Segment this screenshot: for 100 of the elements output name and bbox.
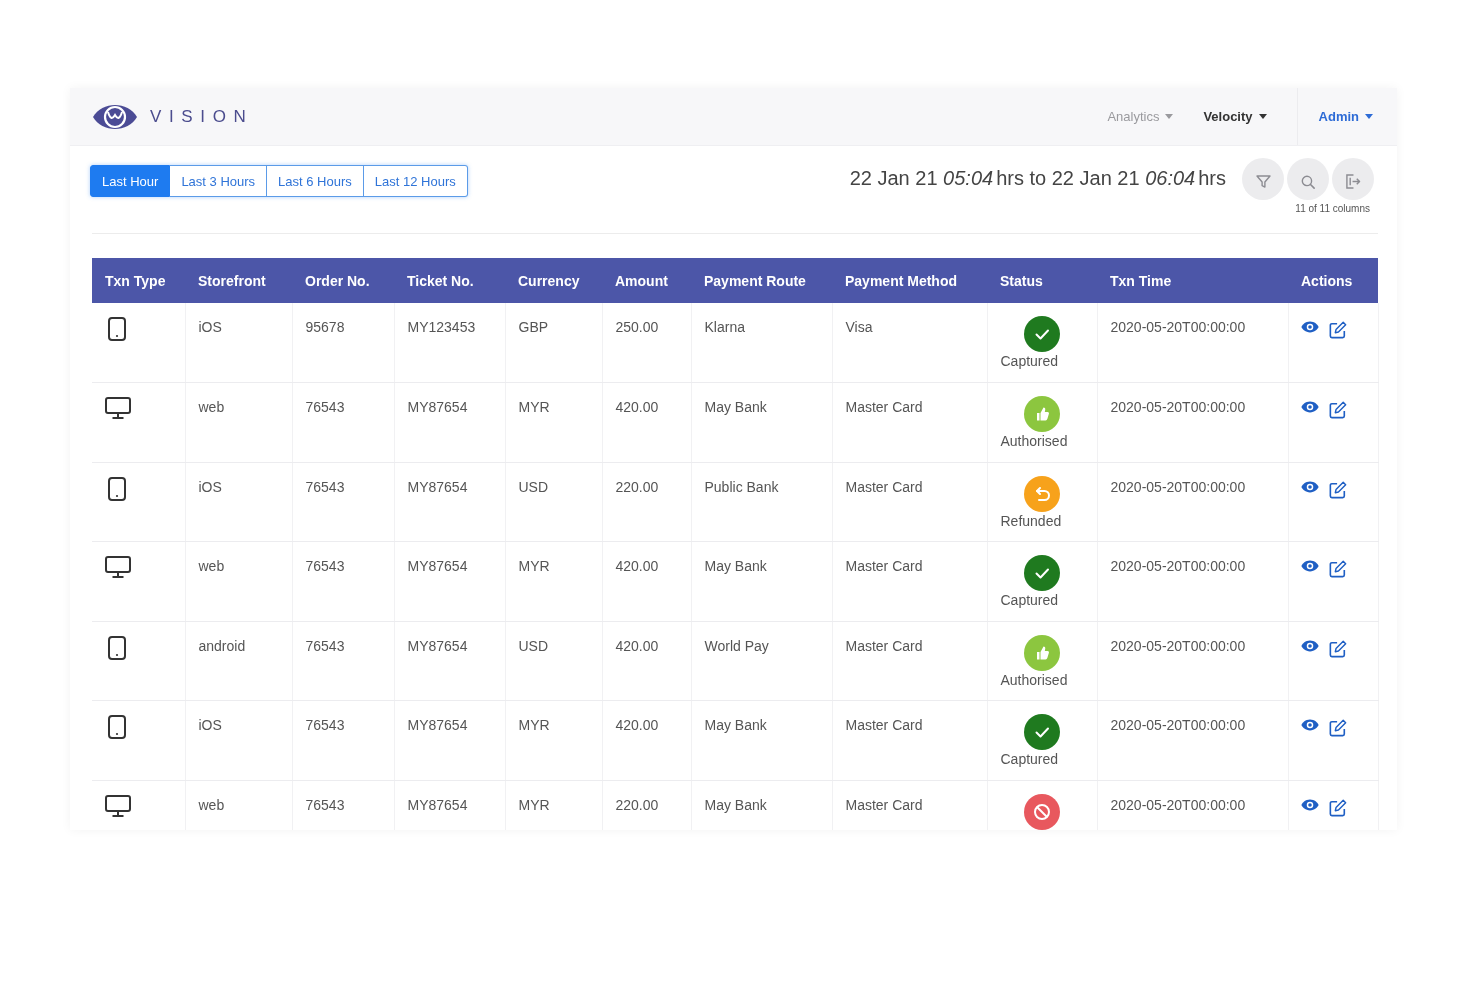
edit-button[interactable] <box>1329 480 1348 499</box>
edit-button[interactable] <box>1329 719 1348 737</box>
status-label: Authorised <box>1000 671 1069 689</box>
search-icon <box>1301 174 1315 189</box>
table-cell: web <box>185 780 292 830</box>
view-button[interactable] <box>1300 719 1319 731</box>
table-cell: MY87654 <box>394 382 505 462</box>
edit-button[interactable] <box>1329 639 1348 658</box>
view-button[interactable] <box>1300 639 1319 652</box>
view-button[interactable] <box>1300 401 1319 413</box>
time-range-tab[interactable]: Last 3 Hours <box>170 165 268 197</box>
eye-icon <box>1300 798 1319 811</box>
table-cell: 2020-05-20T00:00:00 <box>1097 382 1288 462</box>
table-cell: 2020-05-20T00:00:00 <box>1097 462 1288 542</box>
table-cell: MYR <box>505 780 602 830</box>
table-cell: 2020-05-20T00:00:00 <box>1097 780 1288 830</box>
nav-menu[interactable]: Velocity <box>1203 109 1267 124</box>
edit-icon <box>1329 401 1348 419</box>
column-header: Status <box>987 258 1097 303</box>
table-cell: MYR <box>505 382 602 462</box>
time-range-tab[interactable]: Last 6 Hours <box>267 165 364 197</box>
table-cell: Master Card <box>832 700 987 780</box>
edit-icon <box>1329 639 1348 658</box>
status-label: Captured <box>1000 592 1060 609</box>
table-cell: 420.00 <box>602 700 691 780</box>
status-label: Refunded <box>1000 512 1063 530</box>
nav-menu[interactable]: Analytics <box>1107 109 1174 124</box>
eye-icon <box>1300 560 1319 572</box>
monitor-icon <box>105 794 131 817</box>
caret-icon <box>1365 114 1373 119</box>
eye-icon <box>1300 321 1319 333</box>
table-cell: 2020-05-20T00:00:00 <box>1097 700 1288 780</box>
table-cell: Master Card <box>832 541 987 621</box>
table-cell: 2020-05-20T00:00:00 <box>1097 541 1288 621</box>
table-cell: May Bank <box>691 700 832 780</box>
table-cell: Master Card <box>832 621 987 701</box>
edit-icon <box>1329 480 1348 499</box>
table-cell: May Bank <box>691 382 832 462</box>
table-cell: 76543 <box>292 462 394 542</box>
table-cell: MY123453 <box>394 303 505 383</box>
table-cell: May Bank <box>691 541 832 621</box>
time-range-tab[interactable]: Last 12 Hours <box>363 165 468 197</box>
caret-icon <box>1165 114 1174 119</box>
column-header: Currency <box>505 258 602 303</box>
table-cell: Master Card <box>832 780 987 830</box>
table-cell: iOS <box>185 700 292 780</box>
column-header: Amount <box>602 258 691 303</box>
table-cell: 76543 <box>292 700 394 780</box>
table-cell: 420.00 <box>602 621 691 701</box>
edit-button[interactable] <box>1329 321 1348 339</box>
table-cell: web <box>185 541 292 621</box>
eye-icon <box>1300 480 1319 493</box>
edit-icon <box>1329 560 1348 578</box>
table-cell: android <box>185 621 292 701</box>
edit-button[interactable] <box>1329 560 1348 578</box>
table-cell: Master Card <box>832 382 987 462</box>
user-menu[interactable]: Admin <box>1318 109 1373 124</box>
table-cell: World Pay <box>691 621 832 701</box>
table-cell: MY87654 <box>394 621 505 701</box>
table-cell: 2020-05-20T00:00:00 <box>1097 621 1288 701</box>
table-cell: Klarna <box>691 303 832 383</box>
status-label: Captured <box>1000 353 1060 370</box>
table-cell: 420.00 <box>602 382 691 462</box>
time-range-tab[interactable]: Last Hour <box>90 165 171 197</box>
edit-button[interactable] <box>1329 401 1348 419</box>
edit-icon <box>1329 321 1348 339</box>
table-cell: iOS <box>185 462 292 542</box>
view-button[interactable] <box>1300 798 1319 811</box>
column-header: Order No. <box>292 258 394 303</box>
column-header: Ticket No. <box>394 258 505 303</box>
phone-icon <box>108 476 126 501</box>
column-header: Storefront <box>185 258 292 303</box>
table-cell: 220.00 <box>602 462 691 542</box>
table-cell: MYR <box>505 541 602 621</box>
status-label: Authorised <box>1000 433 1069 450</box>
table-cell: Master Card <box>832 462 987 542</box>
table-cell: May Bank <box>691 780 832 830</box>
table-cell: 76543 <box>292 621 394 701</box>
monitor-icon <box>105 556 131 578</box>
brand-name: VISION <box>150 106 254 127</box>
column-header: Actions <box>1288 258 1378 303</box>
table-cell: USD <box>505 462 602 542</box>
table-cell: iOS <box>185 303 292 383</box>
edit-button[interactable] <box>1329 798 1348 817</box>
table-cell: 76543 <box>292 541 394 621</box>
view-button[interactable] <box>1300 321 1319 333</box>
view-button[interactable] <box>1300 480 1319 493</box>
filter-icon <box>1255 175 1271 188</box>
table-cell: web <box>185 382 292 462</box>
table-cell: MY87654 <box>394 462 505 542</box>
column-header: Payment Method <box>832 258 987 303</box>
table-cell: MY87654 <box>394 541 505 621</box>
view-button[interactable] <box>1300 560 1319 572</box>
table-cell: 220.00 <box>602 780 691 830</box>
monitor-icon <box>105 397 131 419</box>
table-cell: MY87654 <box>394 780 505 830</box>
column-header: Txn Time <box>1097 258 1288 303</box>
column-header: Txn Type <box>92 258 185 303</box>
table-cell: MY87654 <box>394 700 505 780</box>
table-cell: 76543 <box>292 382 394 462</box>
